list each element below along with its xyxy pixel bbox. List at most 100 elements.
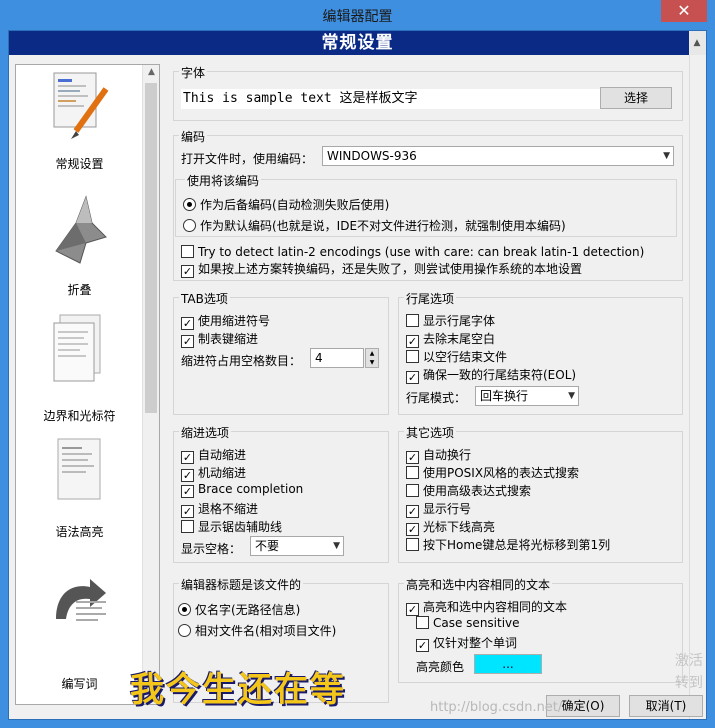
sidebar-item-margins[interactable]: 边界和光标符 [16, 313, 143, 423]
line-numbers-check[interactable]: ✓ [406, 505, 419, 518]
tab-indent-check[interactable]: ✓ [181, 335, 194, 348]
radio-relative-dot[interactable] [178, 624, 191, 637]
page-title-text: 常规设置 [321, 33, 394, 53]
folding-icon [55, 195, 107, 264]
caption-overlay: 我今生还在等 [130, 670, 346, 710]
title-option-title: 编辑器标题是该文件的 [179, 576, 304, 593]
general-settings-icon [53, 72, 109, 139]
sidebar-item-completion[interactable]: 编写词 [16, 569, 143, 691]
backspace-unindent-checkbox[interactable]: ✓ 退格不缩进 [181, 500, 258, 518]
sidebar-item-general[interactable]: 常规设置 [16, 69, 143, 179]
smart-indent-check[interactable]: ✓ [181, 469, 194, 482]
latin2-checkbox[interactable]: Try to detect latin-2 encodings (use wit… [181, 245, 644, 259]
posix-checkbox[interactable]: 使用POSIX风格的表达式搜索 [406, 464, 579, 481]
radio-default-label: 作为默认编码(也就是说，IDE不对文件进行检测，就强制使用本编码) [200, 219, 566, 233]
eol-mode-value: 回车换行 [480, 389, 529, 403]
brace-completion-checkbox[interactable]: ✓ Brace completion [181, 482, 303, 498]
category-scrollbar[interactable]: ▲ ▼ [142, 65, 159, 704]
syntax-highlight-icon [57, 438, 101, 500]
system-fallback-check[interactable]: ✓ [181, 265, 194, 278]
ensure-eol-checkbox[interactable]: ✓ 确保一致的行尾结束符(EOL) [406, 366, 576, 384]
highlight-color-button[interactable]: ... [474, 654, 542, 674]
posix-check[interactable] [406, 466, 419, 479]
radio-default[interactable]: 作为默认编码(也就是说，IDE不对文件进行检测，就强制使用本编码) [183, 217, 566, 234]
category-scroll-thumb[interactable] [145, 83, 157, 413]
sidebar-item-label: 边界和光标符 [43, 409, 116, 423]
auto-indent-label: 自动缩进 [198, 448, 247, 462]
tab-group-title: TAB选项 [179, 290, 230, 307]
ensure-eol-check[interactable]: ✓ [406, 371, 419, 384]
indent-group-title: 缩进选项 [179, 424, 232, 441]
auto-indent-checkbox[interactable]: ✓ 自动缩进 [181, 446, 246, 464]
advanced-search-label: 使用高级表达式搜索 [423, 484, 532, 498]
auto-indent-check[interactable]: ✓ [181, 451, 194, 464]
cancel-button[interactable]: 取消(T) [629, 695, 703, 717]
wrap-checkbox[interactable]: ✓ 自动换行 [406, 446, 471, 464]
caret-line-check[interactable]: ✓ [406, 523, 419, 536]
tab-indent-checkbox[interactable]: ✓ 制表键缩进 [181, 330, 258, 348]
indent-spaces-input[interactable]: 4 [310, 348, 364, 368]
case-sensitive-label: Case sensitive [433, 616, 520, 630]
wrap-check[interactable]: ✓ [406, 451, 419, 464]
highlight-checkbox[interactable]: ✓ 高亮和选中内容相同的文本 [406, 598, 567, 616]
show-space-select[interactable]: 不要 ▼ [250, 536, 344, 556]
radio-name-only[interactable]: 仅名字(无路径信息) [178, 601, 300, 618]
activation-watermark: 激活 转到 [675, 650, 703, 694]
window-title: 编辑器配置 [322, 9, 393, 25]
choose-font-button[interactable]: 选择 [600, 87, 672, 109]
show-space-label: 显示空格： [181, 542, 242, 556]
home-key-check[interactable] [406, 538, 419, 551]
sidebar-item-syntax[interactable]: 语法高亮 [16, 437, 143, 547]
backspace-unindent-label: 退格不缩进 [198, 502, 259, 516]
strip-trailing-check[interactable]: ✓ [406, 335, 419, 348]
strip-trailing-checkbox[interactable]: ✓ 去除末尾空白 [406, 330, 495, 348]
radio-default-dot[interactable] [183, 219, 196, 232]
latin2-label: Try to detect latin-2 encodings (use wit… [198, 245, 645, 259]
close-button[interactable]: ✕ [661, 0, 707, 22]
line-numbers-checkbox[interactable]: ✓ 显示行号 [406, 500, 471, 518]
sidebar-item-folding[interactable]: 折叠 [16, 193, 143, 303]
radio-fallback[interactable]: 作为后备编码(自动检测失败后使用) [183, 196, 389, 213]
main-scrollbar[interactable]: ▼ [689, 55, 706, 719]
backspace-unindent-check[interactable]: ✓ [181, 505, 194, 518]
strip-trailing-label: 去除末尾空白 [423, 332, 496, 346]
show-guides-checkbox[interactable]: 显示锯齿辅助线 [181, 518, 282, 535]
window-titlebar: 编辑器配置 ✕ [0, 0, 715, 30]
system-fallback-checkbox[interactable]: ✓ 如果按上述方案转换编码，还是失败了，则尝试使用操作系统的本地设置 [181, 260, 582, 278]
case-sensitive-check[interactable] [416, 616, 429, 629]
whole-word-checkbox[interactable]: ✓ 仅针对整个单词 [416, 634, 517, 652]
radio-relative-label: 相对文件名(相对项目文件) [195, 624, 337, 638]
show-eol-checkbox[interactable]: 显示行尾字体 [406, 312, 495, 329]
case-sensitive-checkbox[interactable]: Case sensitive [416, 616, 520, 630]
show-eol-check[interactable] [406, 314, 419, 327]
show-guides-check[interactable] [181, 520, 194, 533]
advanced-search-checkbox[interactable]: 使用高级表达式搜索 [406, 482, 531, 499]
open-encoding-select[interactable]: WINDOWS-936 ▼ [322, 146, 674, 166]
end-blank-check[interactable] [406, 350, 419, 363]
eol-group-title: 行尾选项 [404, 290, 457, 307]
scroll-up-arrow-icon[interactable]: ▲ [689, 31, 706, 55]
home-key-checkbox[interactable]: 按下Home键总是将光标移到第1列 [406, 536, 610, 553]
latin2-check[interactable] [181, 245, 194, 258]
advanced-search-check[interactable] [406, 484, 419, 497]
whole-word-check[interactable]: ✓ [416, 639, 429, 652]
show-space-value: 不要 [255, 539, 280, 553]
category-scroll-up-icon[interactable]: ▲ [143, 67, 160, 77]
indent-spaces-spinner[interactable]: ▲ ▼ [365, 348, 379, 368]
caret-line-checkbox[interactable]: ✓ 光标下线高亮 [406, 518, 495, 536]
highlight-check[interactable]: ✓ [406, 603, 419, 616]
category-list[interactable]: ▲ ▼ 常规设置 折叠 边界和光标符 语法高亮 编写词 [15, 64, 160, 705]
radio-name-only-dot[interactable] [178, 603, 191, 616]
page-title: 常规设置 ▲ [9, 31, 706, 55]
open-encoding-label: 打开文件时，使用编码： [181, 152, 314, 166]
activation-line1: 激活 [675, 653, 703, 669]
home-key-label: 按下Home键总是将光标移到第1列 [423, 538, 611, 552]
use-indent-checkbox[interactable]: ✓ 使用缩进符号 [181, 312, 270, 330]
radio-fallback-dot[interactable] [183, 198, 196, 211]
use-indent-check[interactable]: ✓ [181, 317, 194, 330]
radio-relative[interactable]: 相对文件名(相对项目文件) [178, 622, 336, 639]
brace-completion-check[interactable]: ✓ [181, 485, 194, 498]
end-blank-checkbox[interactable]: 以空行结束文件 [406, 348, 507, 365]
eol-mode-select[interactable]: 回车换行 ▼ [475, 386, 579, 406]
smart-indent-checkbox[interactable]: ✓ 机动缩进 [181, 464, 246, 482]
